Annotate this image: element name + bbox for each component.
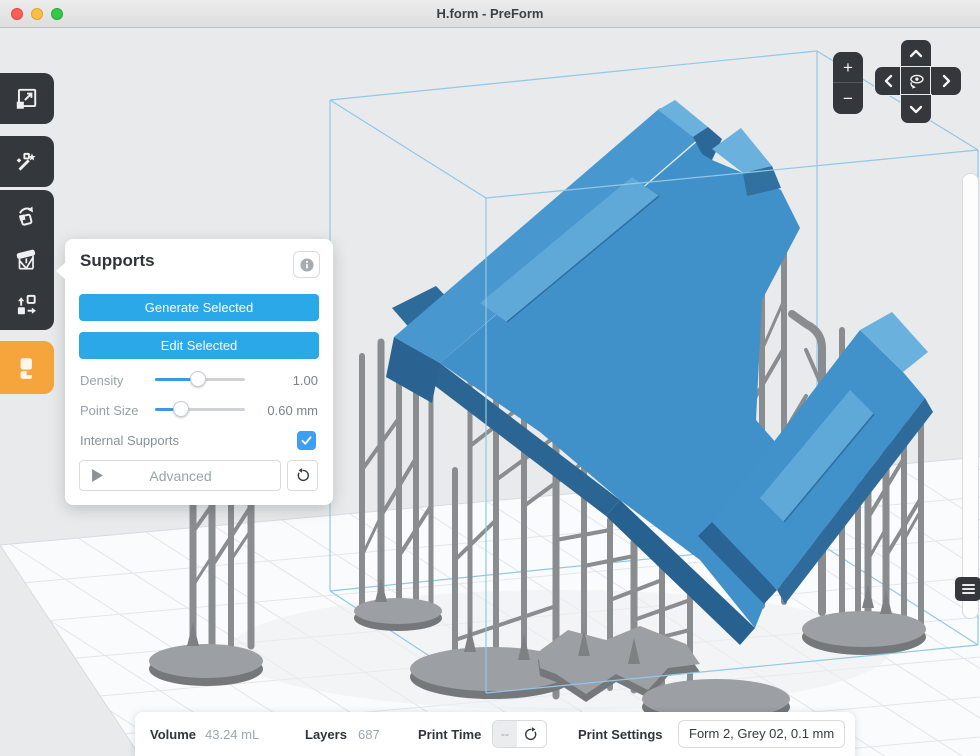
window-title: H.form - PreForm bbox=[0, 0, 980, 28]
chevron-left-icon bbox=[884, 74, 893, 88]
slider-thumb[interactable] bbox=[190, 371, 206, 387]
refresh-print-time-button[interactable] bbox=[517, 721, 546, 747]
density-value: 1.00 bbox=[248, 373, 318, 388]
zoom-controls: + − bbox=[833, 52, 863, 114]
print-time-control: -- bbox=[492, 720, 547, 748]
rotate-icon bbox=[13, 203, 39, 229]
print-settings-value[interactable]: Form 2, Grey 02, 0.1 mm bbox=[678, 720, 845, 748]
zoom-in-button[interactable]: + bbox=[833, 52, 863, 83]
pan-left-button[interactable] bbox=[875, 67, 901, 95]
panel-pointer bbox=[56, 263, 65, 279]
pan-right-button[interactable] bbox=[931, 67, 961, 95]
chevron-right-icon bbox=[942, 74, 951, 88]
slider-thumb[interactable] bbox=[173, 401, 189, 417]
print-time-value: -- bbox=[493, 721, 517, 747]
undo-icon bbox=[294, 467, 311, 484]
supports-panel: Supports Generate Selected Edit Selected… bbox=[65, 239, 333, 505]
title-bar: H.form - PreForm bbox=[0, 0, 980, 28]
layer-slider-handle[interactable] bbox=[955, 577, 980, 601]
preform-window: H.form - PreForm bbox=[0, 0, 980, 756]
chevron-down-icon bbox=[909, 105, 923, 114]
cartridge-icon bbox=[13, 355, 39, 381]
chevron-up-icon bbox=[909, 49, 923, 58]
density-slider[interactable] bbox=[155, 371, 245, 387]
layers-icon bbox=[962, 584, 975, 586]
check-icon bbox=[300, 434, 313, 447]
supports-icon bbox=[13, 247, 39, 273]
orbit-view-button[interactable] bbox=[901, 67, 931, 95]
toolbar-button-one-click-print[interactable] bbox=[0, 136, 54, 187]
toolbar-group bbox=[0, 190, 54, 330]
pan-up-button[interactable] bbox=[901, 40, 931, 67]
info-button[interactable] bbox=[293, 251, 320, 278]
play-icon bbox=[92, 469, 103, 482]
refresh-icon bbox=[523, 726, 540, 743]
print-time-label: Print Time bbox=[418, 727, 481, 742]
point-size-slider[interactable] bbox=[155, 401, 245, 417]
toolbar-button-supports[interactable] bbox=[13, 238, 39, 282]
toolbar-button-scale[interactable] bbox=[0, 73, 54, 124]
scale-icon bbox=[13, 86, 39, 112]
toolbar-button-orient[interactable] bbox=[13, 194, 39, 238]
internal-supports-label: Internal Supports bbox=[80, 433, 179, 448]
orbit-eye-icon bbox=[904, 70, 928, 92]
generate-selected-button[interactable]: Generate Selected bbox=[79, 294, 319, 321]
status-bar: Volume 43.24 mL Layers 687 Print Time --… bbox=[135, 712, 855, 756]
advanced-button[interactable]: Advanced bbox=[79, 460, 281, 491]
print-settings-label: Print Settings bbox=[578, 727, 663, 742]
pan-down-button[interactable] bbox=[901, 95, 931, 123]
panel-title: Supports bbox=[80, 251, 155, 271]
zoom-out-button[interactable]: − bbox=[833, 83, 863, 114]
view-pad bbox=[875, 40, 961, 123]
advanced-label: Advanced bbox=[103, 468, 258, 484]
layers-label: Layers bbox=[305, 727, 347, 742]
volume-value: 43.24 mL bbox=[205, 727, 259, 742]
volume-label: Volume bbox=[150, 727, 196, 742]
edit-selected-button[interactable]: Edit Selected bbox=[79, 332, 319, 359]
magic-wand-icon bbox=[13, 149, 39, 175]
viewport-3d[interactable]: Supports Generate Selected Edit Selected… bbox=[0, 28, 980, 756]
layers-value: 687 bbox=[358, 727, 380, 742]
layout-icon bbox=[13, 291, 39, 317]
point-size-value: 0.60 mm bbox=[248, 403, 318, 418]
internal-supports-checkbox[interactable] bbox=[297, 431, 316, 450]
print-button[interactable] bbox=[0, 341, 54, 394]
reset-button[interactable] bbox=[287, 460, 318, 491]
point-size-label: Point Size bbox=[80, 403, 139, 418]
toolbar-button-layout[interactable] bbox=[13, 282, 39, 326]
layer-slider-track[interactable] bbox=[962, 173, 979, 619]
info-icon bbox=[297, 255, 317, 275]
density-label: Density bbox=[80, 373, 123, 388]
